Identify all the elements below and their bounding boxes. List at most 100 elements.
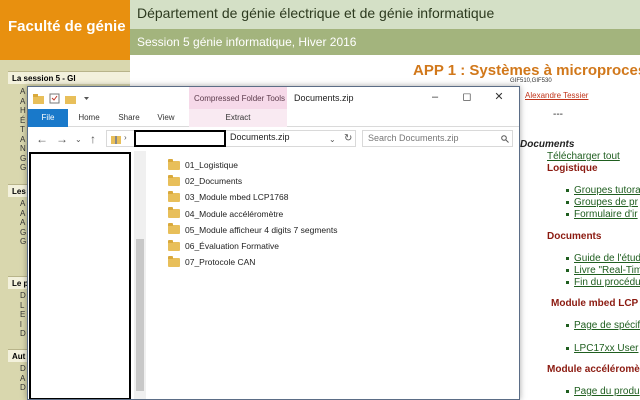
sidebar-link[interactable]: A: [20, 199, 25, 209]
nav-scrollbar[interactable]: [134, 151, 146, 399]
link-guide-etudiant[interactable]: Guide de l'étud: [566, 253, 640, 264]
list-item[interactable]: 03_Module mbed LCP1768: [168, 189, 508, 205]
search-icon[interactable]: [501, 135, 509, 143]
list-item[interactable]: 05_Module afficheur 4 digits 7 segments: [168, 222, 508, 238]
link-livre-real-time[interactable]: Livre "Real-Tim: [566, 265, 640, 276]
dash-text: ---: [553, 109, 563, 120]
compressed-folder-tools-tab[interactable]: Compressed Folder Tools: [189, 87, 287, 109]
new-folder-icon[interactable]: [65, 93, 76, 104]
link-page-produit[interactable]: Page du produ: [566, 386, 640, 397]
tab-view[interactable]: View: [150, 109, 182, 127]
bullet-icon: [566, 268, 569, 272]
bullet-icon: [566, 323, 569, 327]
sidebar-link[interactable]: A: [20, 135, 25, 145]
sidebar-link[interactable]: l: [20, 320, 22, 330]
list-item[interactable]: 02_Documents: [168, 173, 508, 189]
list-item[interactable]: 01_Logistique: [168, 157, 508, 173]
link-groupes-tutorat[interactable]: Groupes tutora: [566, 185, 640, 196]
minimize-icon[interactable]: –: [423, 89, 447, 105]
sidebar-link[interactable]: A: [20, 374, 25, 384]
sidebar-link[interactable]: A: [20, 209, 25, 219]
folder-icon: [168, 174, 180, 186]
course-codes: GIF510,GIF530: [510, 78, 552, 84]
sidebar-link[interactable]: D: [20, 383, 26, 393]
bullet-icon: [566, 256, 569, 260]
list-item[interactable]: 07_Protocole CAN: [168, 254, 508, 270]
sidebar-link[interactable]: N: [20, 144, 26, 154]
tab-home[interactable]: Home: [72, 109, 106, 127]
sidebar-link[interactable]: D: [20, 364, 26, 374]
folder-icon: [168, 190, 180, 202]
folder-icon: [168, 239, 180, 251]
sidebar-link[interactable]: G: [20, 154, 26, 164]
list-item[interactable]: 06_Évaluation Formative: [168, 238, 508, 254]
tab-share[interactable]: Share: [112, 109, 146, 127]
folder-icon: [168, 158, 180, 170]
ribbon-tabs: File Home Share View Extract ⌄ ?: [28, 109, 519, 144]
sidebar-link[interactable]: A: [20, 97, 25, 107]
title-bar: Compressed Folder Tools Documents.zip – …: [28, 87, 519, 109]
search-input[interactable]: Search Documents.zip: [362, 130, 513, 147]
sidebar-link[interactable]: D: [20, 291, 26, 301]
bullet-icon: [566, 200, 569, 204]
link-formulaire[interactable]: Formulaire d'ir: [566, 209, 640, 220]
properties-icon[interactable]: [49, 93, 60, 104]
app-title: APP 1 : Systèmes à microprocesseurs: [413, 62, 640, 79]
sidebar-link[interactable]: É: [20, 116, 25, 126]
sidebar-section-session[interactable]: La session 5 - GI: [8, 71, 130, 84]
sidebar-link[interactable]: G: [20, 228, 26, 238]
customize-dropdown-icon[interactable]: [81, 93, 92, 104]
link-fin-procedure[interactable]: Fin du procédu: [566, 277, 640, 288]
address-dropdown-icon[interactable]: ⌄: [329, 135, 336, 144]
link-page-specif[interactable]: Page de spécif: [566, 320, 640, 331]
session-header: Session 5 génie informatique, Hiver 2016: [130, 29, 640, 55]
address-row: ← → ⌄ ↑ › Documents.zip ⌄ ↻ Search Docum…: [28, 127, 519, 151]
forward-arrow-icon[interactable]: →: [56, 132, 68, 146]
sidebar-link[interactable]: H: [20, 106, 26, 116]
sidebar-link[interactable]: L: [20, 301, 24, 311]
up-arrow-icon[interactable]: ↑: [90, 132, 96, 146]
zip-folder-icon: [111, 136, 121, 144]
documents-heading: Documents: [520, 139, 575, 150]
folder-icon: [33, 94, 44, 104]
tab-extract[interactable]: Extract: [189, 109, 287, 127]
link-lpc17xx-user[interactable]: LPC17xx User: [566, 343, 640, 354]
folder-icon: [168, 207, 180, 219]
sidebar-link[interactable]: D: [20, 329, 26, 339]
folder-icon: [168, 223, 180, 235]
refresh-icon[interactable]: ↻: [344, 133, 352, 144]
maximize-icon[interactable]: ◻: [455, 89, 479, 105]
section-title-module-accel: Module accéléromè: [547, 364, 640, 375]
sidebar-link[interactable]: G: [20, 163, 26, 173]
file-explorer-window: Compressed Folder Tools Documents.zip – …: [27, 86, 520, 400]
professor-link[interactable]: Alexandre Tessier: [525, 91, 588, 100]
bullet-icon: [566, 280, 569, 284]
folder-icon: [168, 255, 180, 267]
window-title: Documents.zip: [294, 93, 354, 103]
bullet-icon: [566, 212, 569, 216]
bullet-icon: [566, 346, 569, 350]
back-arrow-icon[interactable]: ←: [36, 132, 48, 146]
close-icon[interactable]: ✕: [487, 89, 511, 105]
download-all-link[interactable]: Télécharger tout: [547, 151, 640, 162]
file-list: 01_Logistique 02_Documents 03_Module mbe…: [168, 157, 508, 270]
section-title-module-mbed: Module mbed LCP: [551, 298, 639, 309]
bullet-icon: [566, 389, 569, 393]
redacted-navigation: [29, 152, 131, 399]
list-item[interactable]: 04_Module accéléromètre: [168, 206, 508, 222]
sidebar-link[interactable]: T: [20, 125, 25, 135]
scrollbar-thumb[interactable]: [136, 239, 144, 391]
navigation-pane[interactable]: [28, 151, 146, 399]
chevron-right-icon[interactable]: ›: [124, 133, 127, 142]
sidebar-link[interactable]: A: [20, 218, 25, 228]
recent-dropdown-icon[interactable]: ⌄: [75, 135, 82, 144]
sidebar-link[interactable]: A: [20, 87, 25, 97]
faculty-banner[interactable]: Faculté de génie: [0, 0, 130, 60]
sidebar-link[interactable]: E: [20, 310, 25, 320]
department-header: Département de génie électrique et de gé…: [130, 0, 640, 29]
sidebar-link[interactable]: G: [20, 237, 26, 247]
quick-access-toolbar: [33, 92, 92, 105]
tab-file[interactable]: File: [28, 109, 68, 127]
link-groupes-pr[interactable]: Groupes de pr: [566, 197, 640, 208]
address-text: Documents.zip: [230, 132, 290, 142]
